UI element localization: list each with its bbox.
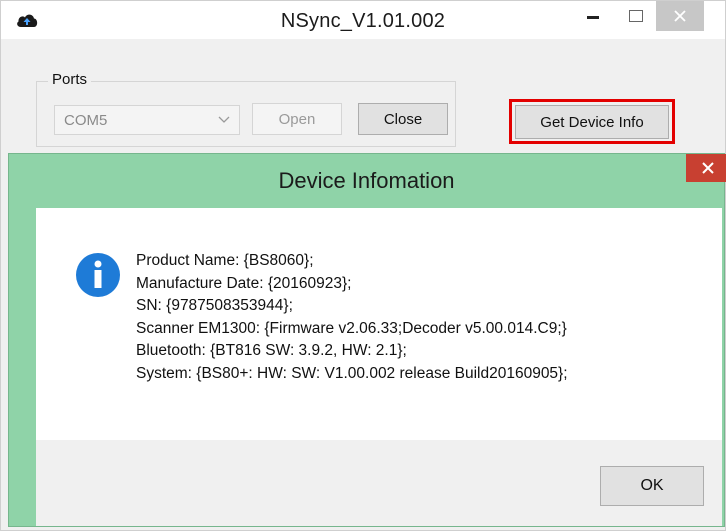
ok-button[interactable]: OK <box>600 466 704 506</box>
info-line-scanner: Scanner EM1300: {Firmware v2.06.33;Decod… <box>136 319 567 337</box>
close-icon <box>674 10 686 22</box>
maximize-button[interactable] <box>613 1 659 31</box>
minimize-button[interactable] <box>570 1 616 31</box>
device-info-dialog: Device Infomation Product Name: {BS8060}… <box>8 153 726 527</box>
window-close-button[interactable] <box>656 1 704 31</box>
dialog-title: Device Infomation <box>278 168 455 193</box>
open-port-button[interactable]: Open <box>252 103 342 135</box>
dialog-close-button[interactable] <box>686 154 726 182</box>
close-icon <box>702 162 714 174</box>
device-info-text: Product Name: {BS8060}; Manufacture Date… <box>136 250 568 385</box>
info-icon <box>76 253 120 297</box>
minimize-icon <box>587 16 599 19</box>
info-line-serial-number: SN: {9787508353944}; <box>136 297 293 314</box>
ports-group-label: Ports <box>48 71 92 88</box>
title-bar[interactable]: NSync_V1.01.002 <box>1 1 725 39</box>
chevron-down-icon <box>218 116 230 123</box>
maximize-icon <box>629 10 643 22</box>
port-select[interactable]: COM5 <box>54 105 240 135</box>
info-line-product-name: Product Name: {BS8060}; <box>136 252 314 269</box>
info-line-system: System: {BS80+: HW: SW: V1.00.002 releas… <box>136 364 568 382</box>
dialog-body: Product Name: {BS8060}; Manufacture Date… <box>36 208 722 526</box>
dialog-message-area: Product Name: {BS8060}; Manufacture Date… <box>36 208 722 440</box>
get-device-info-button[interactable]: Get Device Info <box>515 105 669 139</box>
close-port-button[interactable]: Close <box>358 103 448 135</box>
info-line-bluetooth: Bluetooth: {BT816 SW: 3.9.2, HW: 2.1}; <box>136 342 407 359</box>
info-line-manufacture-date: Manufacture Date: {20160923}; <box>136 274 352 292</box>
port-select-value: COM5 <box>64 112 108 129</box>
